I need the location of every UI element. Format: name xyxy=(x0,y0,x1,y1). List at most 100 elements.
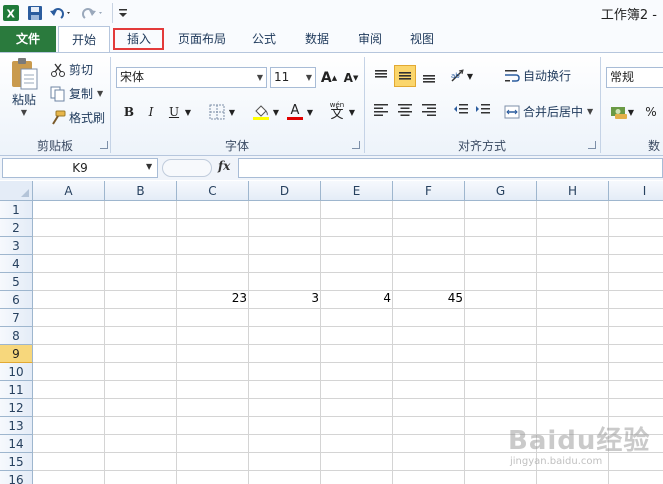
shrink-font-button[interactable]: A ▼ xyxy=(340,67,362,89)
fill-color-button[interactable] xyxy=(250,101,272,123)
row-gridline xyxy=(33,236,663,237)
font-color-button[interactable]: A xyxy=(284,101,306,123)
font-size-combo[interactable]: 11 ▼ xyxy=(270,67,316,88)
name-box-dropdown-icon[interactable]: ▼ xyxy=(146,162,152,171)
cell-e6[interactable]: 4 xyxy=(322,289,391,307)
bold-button[interactable]: B xyxy=(118,101,140,123)
decrease-indent-button[interactable] xyxy=(450,99,472,121)
phonetic-dropdown-icon[interactable]: ▼ xyxy=(346,101,358,123)
orientation-button[interactable]: ab ▼ xyxy=(446,65,476,87)
font-color-icon: A xyxy=(290,103,300,118)
row-header-15[interactable]: 15 xyxy=(0,453,33,471)
paintbrush-icon xyxy=(52,110,66,125)
underline-dropdown-icon[interactable]: ▼ xyxy=(182,101,194,123)
formula-input[interactable] xyxy=(238,158,663,178)
redo-icon[interactable] xyxy=(80,3,106,23)
align-center-button[interactable] xyxy=(394,99,416,121)
row-header-1[interactable]: 1 xyxy=(0,201,33,219)
row-header-7[interactable]: 7 xyxy=(0,309,33,327)
borders-button[interactable] xyxy=(206,101,228,123)
column-header-b[interactable]: B xyxy=(105,181,177,201)
cut-button[interactable]: 剪切 xyxy=(50,61,93,78)
wrap-text-button[interactable]: 自动换行 xyxy=(504,67,571,84)
column-header-d[interactable]: D xyxy=(249,181,321,201)
tab-data[interactable]: 数据 xyxy=(297,26,337,52)
row-header-12[interactable]: 12 xyxy=(0,399,33,417)
row-gridline xyxy=(33,380,663,381)
column-gridline xyxy=(464,201,465,484)
row-header-16[interactable]: 16 xyxy=(0,471,33,484)
cell-c6[interactable]: 23 xyxy=(178,289,247,307)
name-box[interactable]: K9 xyxy=(2,158,158,178)
italic-button[interactable]: I xyxy=(140,101,162,123)
clipboard-dialog-launcher-icon[interactable] xyxy=(100,141,108,149)
column-header-h[interactable]: H xyxy=(537,181,609,201)
align-top-button[interactable] xyxy=(370,65,392,87)
save-icon[interactable] xyxy=(26,3,44,23)
row-header-4[interactable]: 4 xyxy=(0,255,33,273)
row-header-10[interactable]: 10 xyxy=(0,363,33,381)
row-header-2[interactable]: 2 xyxy=(0,219,33,237)
orientation-dropdown-icon: ▼ xyxy=(466,71,474,81)
customize-qat-icon[interactable] xyxy=(117,3,129,23)
merge-center-button[interactable]: 合并后居中 ▼ xyxy=(504,103,593,120)
font-name-dropdown-icon[interactable]: ▼ xyxy=(257,68,263,87)
row-header-8[interactable]: 8 xyxy=(0,327,33,345)
cell-f6[interactable]: 45 xyxy=(394,289,463,307)
fill-color-dropdown-icon[interactable]: ▼ xyxy=(270,101,282,123)
number-group-label: 数 xyxy=(648,139,661,153)
borders-dropdown-icon[interactable]: ▼ xyxy=(226,101,238,123)
font-dialog-launcher-icon[interactable] xyxy=(352,141,360,149)
align-middle-icon xyxy=(399,72,411,80)
tab-review[interactable]: 审阅 xyxy=(350,26,390,52)
alignment-dialog-launcher-icon[interactable] xyxy=(588,141,596,149)
font-color-dropdown-icon[interactable]: ▼ xyxy=(304,101,316,123)
font-name-combo[interactable]: 宋体 ▼ xyxy=(116,67,267,88)
format-painter-button[interactable]: 格式刷 xyxy=(50,109,105,126)
row-gridline xyxy=(33,452,663,453)
grow-font-icon: A xyxy=(320,70,332,86)
row-gridline xyxy=(33,272,663,273)
tab-home[interactable]: 开始 xyxy=(58,26,110,53)
increase-indent-button[interactable] xyxy=(472,99,494,121)
column-gridline xyxy=(320,201,321,484)
excel-logo-icon[interactable]: X xyxy=(2,3,20,23)
row-header-3[interactable]: 3 xyxy=(0,237,33,255)
column-header-g[interactable]: G xyxy=(465,181,537,201)
accounting-format-button[interactable]: ▼ xyxy=(608,101,636,123)
select-all-corner[interactable] xyxy=(0,181,33,201)
cut-label: 剪切 xyxy=(69,63,94,77)
percent-button[interactable]: % xyxy=(640,101,662,123)
row-header-14[interactable]: 14 xyxy=(0,435,33,453)
tab-file[interactable]: 文件 xyxy=(0,26,56,52)
align-bottom-button[interactable] xyxy=(418,65,440,87)
wrap-text-icon xyxy=(505,69,520,82)
align-left-button[interactable] xyxy=(370,99,392,121)
tab-view[interactable]: 视图 xyxy=(402,26,442,52)
align-middle-button[interactable] xyxy=(394,65,416,87)
font-size-dropdown-icon[interactable]: ▼ xyxy=(306,68,312,87)
cell-d6[interactable]: 3 xyxy=(250,289,319,307)
insert-function-icon[interactable]: fx xyxy=(218,159,230,173)
worksheet-grid[interactable]: ABCDEFGHI 1 2 3 4 5 6 7 8 9 10 11 12 13 14 15 16 23 3 4… xyxy=(0,181,663,484)
column-header-f[interactable]: F xyxy=(393,181,465,201)
phonetic-button[interactable]: wén 文 xyxy=(326,99,348,121)
tab-formulas[interactable]: 公式 xyxy=(244,26,284,52)
paste-button[interactable]: 粘贴 ▼ xyxy=(6,57,42,117)
align-right-button[interactable] xyxy=(418,99,440,121)
column-header-a[interactable]: A xyxy=(33,181,105,201)
row-header-13[interactable]: 13 xyxy=(0,417,33,435)
row-header-9[interactable]: 9 xyxy=(0,345,33,363)
format-painter-label: 格式刷 xyxy=(69,111,106,125)
undo-icon[interactable] xyxy=(48,3,74,23)
number-format-combo[interactable]: 常规 xyxy=(606,67,663,88)
row-header-11[interactable]: 11 xyxy=(0,381,33,399)
column-header-e[interactable]: E xyxy=(321,181,393,201)
tab-page-layout[interactable]: 页面布局 xyxy=(170,26,234,52)
column-header-c[interactable]: C xyxy=(177,181,249,201)
row-header-6[interactable]: 6 xyxy=(0,291,33,309)
copy-button[interactable]: 复制 ▼ xyxy=(50,85,103,102)
grow-font-button[interactable]: A ▲ xyxy=(318,67,340,89)
row-header-5[interactable]: 5 xyxy=(0,273,33,291)
column-header-i[interactable]: I xyxy=(609,181,663,201)
